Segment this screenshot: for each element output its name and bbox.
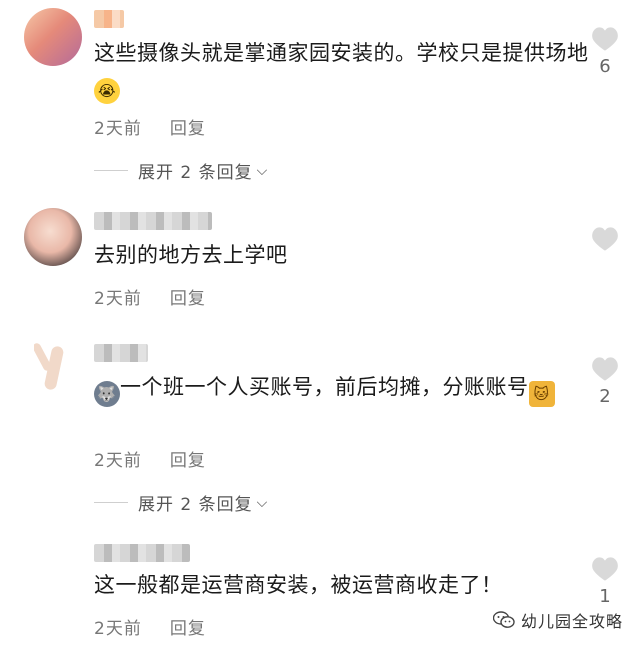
- husky-emoji-icon: 🐺: [94, 381, 120, 407]
- comment-text-body: 这一般都是运营商安装，被运营商收走了！: [94, 573, 503, 597]
- reply-button[interactable]: 回复: [170, 451, 206, 471]
- cat-emoji-icon: 🐱: [528, 381, 555, 407]
- comment-meta: 2天前 回复: [94, 114, 206, 139]
- expand-replies-label: 展开 2 条回复: [138, 163, 253, 183]
- wechat-icon: [492, 611, 515, 629]
- comment-time: 2天前: [94, 619, 142, 639]
- reply-button[interactable]: 回复: [170, 119, 206, 139]
- watermark: 幼儿园全攻略: [492, 608, 623, 632]
- heart-icon: [592, 357, 618, 381]
- comment-text-body: 去别的地方去上学吧: [94, 243, 288, 267]
- username-blurred[interactable]: [94, 10, 124, 28]
- divider-line: [94, 170, 128, 171]
- username-blurred[interactable]: [94, 544, 190, 562]
- username-blurred[interactable]: [94, 344, 148, 362]
- expand-replies-button[interactable]: 展开 2 条回复 ⌵: [94, 490, 268, 515]
- comment-meta: 2天前 回复: [94, 614, 206, 639]
- avatar[interactable]: [34, 340, 74, 398]
- expand-replies-label: 展开 2 条回复: [138, 495, 253, 515]
- comment-text: 🐺 一个班一个人买账号，前后均摊，分账账号 🐱: [94, 372, 564, 407]
- watermark-text: 幼儿园全攻略: [520, 612, 623, 631]
- username-blurred[interactable]: [94, 212, 212, 230]
- like-count: 1: [599, 586, 611, 607]
- like-button[interactable]: 1: [590, 556, 620, 607]
- expand-replies-button[interactable]: 展开 2 条回复 ⌵: [94, 158, 268, 183]
- chevron-down-icon: ⌵: [256, 162, 269, 179]
- comment-time: 2天前: [94, 119, 142, 139]
- comment-text-body: 这些摄像头就是掌通家园安装的。学校只是提供场地: [94, 41, 589, 65]
- hand-icon: [43, 345, 65, 391]
- like-button[interactable]: 2: [590, 356, 620, 407]
- comment-time: 2天前: [94, 289, 142, 309]
- like-count: 2: [599, 386, 611, 407]
- comment-meta: 2天前 回复: [94, 284, 206, 309]
- comment-meta: 2天前 回复: [94, 446, 206, 471]
- crying-emoji-icon: 😭: [94, 78, 120, 104]
- comment-text: 这一般都是运营商安装，被运营商收走了！: [94, 570, 594, 601]
- divider-line: [94, 502, 128, 503]
- heart-icon: [592, 27, 618, 51]
- like-button[interactable]: 6: [590, 26, 620, 77]
- comment-text: 这些摄像头就是掌通家园安装的。学校只是提供场地 😭: [94, 38, 594, 104]
- reply-button[interactable]: 回复: [170, 289, 206, 309]
- avatar[interactable]: [24, 8, 82, 66]
- like-count: 6: [599, 56, 611, 77]
- avatar[interactable]: [24, 208, 82, 266]
- reply-button[interactable]: 回复: [170, 619, 206, 639]
- chevron-down-icon: ⌵: [256, 494, 269, 511]
- like-button[interactable]: [590, 226, 620, 256]
- heart-icon: [592, 557, 618, 581]
- heart-icon: [592, 227, 618, 251]
- comment-time: 2天前: [94, 451, 142, 471]
- comment-text: 去别的地方去上学吧: [94, 240, 594, 271]
- comment-text-body: 一个班一个人买账号，前后均摊，分账账号: [120, 375, 529, 399]
